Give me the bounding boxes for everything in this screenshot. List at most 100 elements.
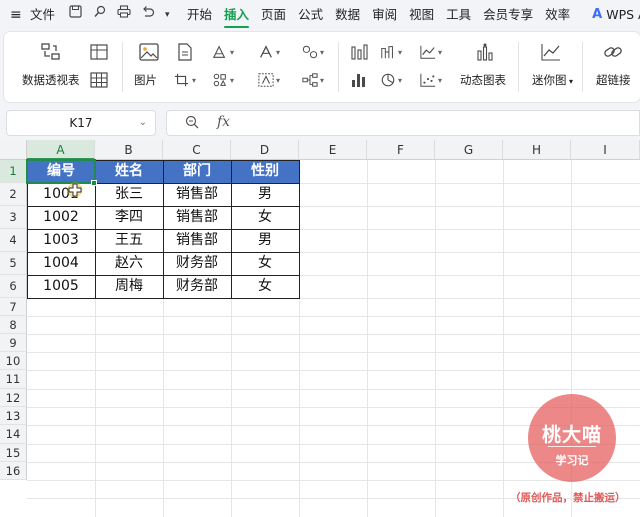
wps-ai-button[interactable]: A WPS AI <box>584 0 640 30</box>
pivot-table-button[interactable]: 数据透视表 <box>22 72 80 88</box>
pivot-table-icon[interactable] <box>40 42 62 62</box>
textbox-icon[interactable]: ▾ <box>258 70 280 90</box>
tab-member[interactable]: 会员专享 <box>477 0 539 30</box>
column-chart-icon[interactable] <box>348 42 370 62</box>
row-header-1[interactable]: 1 <box>0 160 27 183</box>
cell-d3[interactable]: 女 <box>231 206 299 229</box>
tab-data[interactable]: 数据 <box>329 0 366 30</box>
sparkline-icon[interactable] <box>540 42 562 62</box>
row-header-14[interactable]: 14 <box>0 425 27 444</box>
cell-b2[interactable]: 张三 <box>95 183 163 206</box>
picture-icon[interactable] <box>138 42 160 62</box>
smart-graphic-icon[interactable]: ▾ <box>302 42 324 62</box>
scatter-chart-icon[interactable]: ▾ <box>420 70 442 90</box>
flowchart-icon[interactable]: ▾ <box>302 70 324 90</box>
row-header-10[interactable]: 10 <box>0 352 27 370</box>
cell-a3[interactable]: 1002 <box>27 206 95 229</box>
name-box[interactable]: K17 ⌄ <box>6 110 156 136</box>
cell-b5[interactable]: 赵六 <box>95 252 163 275</box>
undo-icon[interactable] <box>135 0 159 30</box>
link-icon[interactable] <box>602 42 624 62</box>
cell-a5[interactable]: 1004 <box>27 252 95 275</box>
tab-formula[interactable]: 公式 <box>292 0 329 30</box>
dynamic-chart-icon[interactable] <box>474 42 496 62</box>
file-menu[interactable]: 文件 <box>24 0 63 30</box>
row-header-6[interactable]: 6 <box>0 275 27 298</box>
more-icon[interactable]: ▾ <box>159 0 173 30</box>
sparkline-button[interactable]: 迷你图 ▾ <box>532 72 573 88</box>
cell-c4[interactable]: 销售部 <box>163 229 231 252</box>
cell-a2[interactable]: 1001 <box>27 183 95 206</box>
row-header-15[interactable]: 15 <box>0 444 27 462</box>
cell-a1[interactable]: 编号 <box>27 160 95 183</box>
pie-chart-icon[interactable]: ▾ <box>380 70 402 90</box>
menu-icon[interactable]: ≡ <box>0 0 24 30</box>
column-header-a[interactable]: A <box>27 140 95 160</box>
cell-b1[interactable]: 姓名 <box>95 160 163 183</box>
cell-c5[interactable]: 财务部 <box>163 252 231 275</box>
tab-tools[interactable]: 工具 <box>440 0 477 30</box>
cell-b4[interactable]: 王五 <box>95 229 163 252</box>
cell-c6[interactable]: 财务部 <box>163 275 231 298</box>
tab-view[interactable]: 视图 <box>403 0 440 30</box>
save-icon[interactable] <box>63 0 87 30</box>
formula-input[interactable]: fx <box>166 110 640 136</box>
row-header-4[interactable]: 4 <box>0 229 27 252</box>
screenshot-icon[interactable]: ▾ <box>174 70 196 90</box>
row-header-7[interactable]: 7 <box>0 298 27 316</box>
select-all-corner[interactable] <box>0 140 27 160</box>
cell-c3[interactable]: 销售部 <box>163 206 231 229</box>
table-icon[interactable] <box>88 70 110 90</box>
cell-d1[interactable]: 性别 <box>231 160 299 183</box>
zoom-icon[interactable] <box>185 115 199 133</box>
print-icon[interactable] <box>111 0 135 30</box>
picture-button[interactable]: 图片 <box>134 72 157 88</box>
fx-icon[interactable]: fx <box>217 114 230 130</box>
wand-icon[interactable] <box>87 0 111 30</box>
document-icon[interactable] <box>174 42 196 62</box>
tab-review[interactable]: 审阅 <box>366 0 403 30</box>
dynamic-chart-button[interactable]: 动态图表 <box>460 72 506 88</box>
cell-b3[interactable]: 李四 <box>95 206 163 229</box>
column-header-g[interactable]: G <box>435 140 503 160</box>
cell-d5[interactable]: 女 <box>231 252 299 275</box>
column-header-i[interactable]: I <box>571 140 640 160</box>
row-header-13[interactable]: 13 <box>0 407 27 425</box>
cell-b6[interactable]: 周梅 <box>95 275 163 298</box>
hyperlink-button[interactable]: 超链接 <box>596 72 631 88</box>
text-art-icon[interactable]: ▾ <box>258 42 280 62</box>
cell-a4[interactable]: 1003 <box>27 229 95 252</box>
row-header-5[interactable]: 5 <box>0 252 27 275</box>
column-header-f[interactable]: F <box>367 140 435 160</box>
shapes-icon[interactable]: ▾ <box>212 42 234 62</box>
stat-chart-icon[interactable]: ▾ <box>380 42 402 62</box>
column-header-d[interactable]: D <box>231 140 299 160</box>
row-header-11[interactable]: 11 <box>0 370 27 389</box>
cell-c1[interactable]: 部门 <box>163 160 231 183</box>
row-header-16[interactable]: 16 <box>0 462 27 480</box>
row-header-3[interactable]: 3 <box>0 206 27 229</box>
column-header-b[interactable]: B <box>95 140 163 160</box>
icons-gallery-icon[interactable]: ▾ <box>212 70 234 90</box>
column-header-e[interactable]: E <box>299 140 367 160</box>
fill-handle[interactable] <box>91 180 97 186</box>
line-chart-icon[interactable]: ▾ <box>420 42 442 62</box>
cell-d2[interactable]: 男 <box>231 183 299 206</box>
cell-d6[interactable]: 女 <box>231 275 299 298</box>
bar-chart-icon[interactable] <box>348 70 370 90</box>
column-header-c[interactable]: C <box>163 140 231 160</box>
column-header-h[interactable]: H <box>503 140 571 160</box>
row-header-8[interactable]: 8 <box>0 316 27 334</box>
chevron-down-icon[interactable]: ⌄ <box>139 111 147 135</box>
tab-home[interactable]: 开始 <box>181 0 218 30</box>
tab-page[interactable]: 页面 <box>255 0 292 30</box>
cell-c2[interactable]: 销售部 <box>163 183 231 206</box>
row-header-9[interactable]: 9 <box>0 334 27 352</box>
tab-efficiency[interactable]: 效率 <box>539 0 576 30</box>
cell-d4[interactable]: 男 <box>231 229 299 252</box>
cell-a6[interactable]: 1005 <box>27 275 95 298</box>
pivot-chart-icon[interactable] <box>88 42 110 62</box>
row-header-2[interactable]: 2 <box>0 183 27 206</box>
tab-insert[interactable]: 插入 <box>218 0 255 30</box>
row-header-12[interactable]: 12 <box>0 389 27 407</box>
